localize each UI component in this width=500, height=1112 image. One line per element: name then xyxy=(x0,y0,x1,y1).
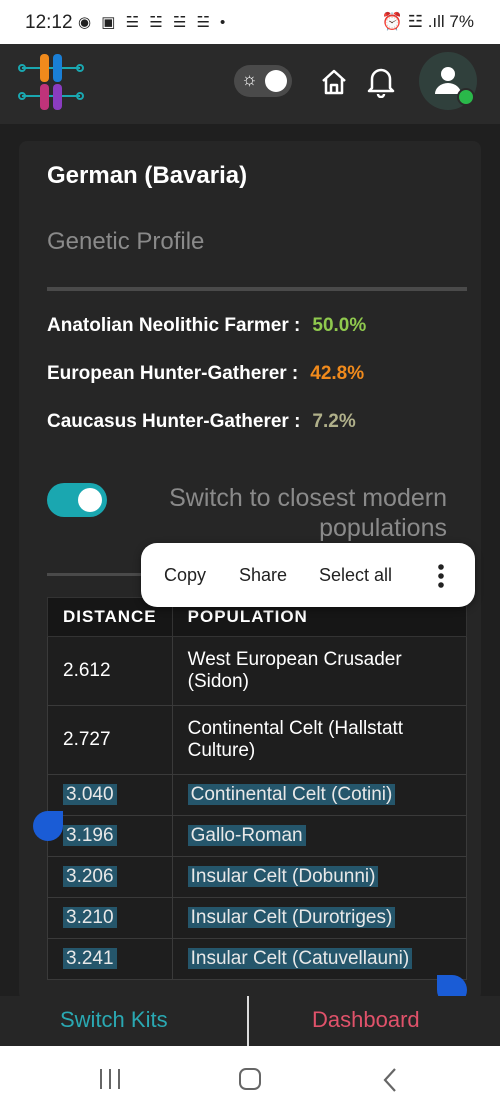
table-row: 3.196 Gallo-Roman xyxy=(47,815,468,857)
share-menu-item[interactable]: Share xyxy=(239,565,287,586)
selection-start-handle[interactable] xyxy=(33,811,63,841)
theme-toggle[interactable]: ☼ xyxy=(234,65,292,97)
population-cell: West European Crusader (Sidon) xyxy=(171,636,468,706)
switch-label: Switch to closest modern populations xyxy=(169,484,447,542)
population-cell[interactable]: Continental Celt (Cotini) xyxy=(187,784,396,805)
table-row: 3.241 Insular Celt (Catuvellauni) xyxy=(47,938,468,980)
home-circle-icon[interactable] xyxy=(238,1067,262,1091)
closest-modern-switch[interactable] xyxy=(47,483,107,517)
distance-cell[interactable]: 3.210 xyxy=(63,907,117,928)
home-icon[interactable] xyxy=(318,66,350,98)
system-status: ⏰ ☳ .ıll 7% xyxy=(381,12,474,31)
dashboard-button[interactable]: Dashboard xyxy=(312,1007,420,1033)
divider xyxy=(47,287,467,291)
ancestry-row: Anatolian Neolithic Farmer : 50.0% xyxy=(47,315,366,337)
theme-toggle-knob xyxy=(265,70,287,92)
switch-knob xyxy=(78,488,102,512)
sun-icon: ☼ xyxy=(241,69,258,89)
population-title: German (Bavaria) xyxy=(47,162,248,189)
switch-kits-button[interactable]: Switch Kits xyxy=(60,1007,168,1033)
table-row: 3.210 Insular Celt (Durotriges) xyxy=(47,897,468,939)
status-bar: 12:12 ◉ ▣ ☱ ☱ ☱ ☱ • ⏰ ☳ .ıll 7% xyxy=(0,0,500,44)
population-cell[interactable]: Insular Celt (Durotriges) xyxy=(187,907,396,928)
notification-icons: ◉ ▣ ☱ ☱ ☱ ☱ • xyxy=(78,14,229,31)
ancestry-row: Caucasus Hunter-Gatherer : 7.2% xyxy=(47,411,356,433)
select-all-menu-item[interactable]: Select all xyxy=(319,565,392,586)
ancestry-value: 42.8% xyxy=(310,363,365,384)
distance-cell[interactable]: 3.196 xyxy=(63,825,117,846)
distance-cell[interactable]: 3.206 xyxy=(63,866,117,887)
copy-menu-item[interactable]: Copy xyxy=(164,565,206,586)
distance-cell[interactable]: 3.040 xyxy=(63,784,117,805)
distance-cell: 2.612 xyxy=(47,636,173,706)
app-logo-icon[interactable] xyxy=(18,50,84,114)
online-status-dot xyxy=(457,88,475,106)
bell-icon[interactable] xyxy=(366,64,396,98)
ancestry-label: Anatolian Neolithic Farmer : xyxy=(47,315,301,336)
table-row: 2.727 Continental Celt (Hallstatt Cultur… xyxy=(47,705,468,775)
ancestry-label: European Hunter-Gatherer : xyxy=(47,363,299,384)
text-selection-menu: Copy Share Select all xyxy=(141,543,475,607)
system-nav-bar xyxy=(0,1046,500,1112)
population-cell[interactable]: Insular Celt (Dobunni) xyxy=(187,866,379,887)
table-row: 3.040 Continental Celt (Cotini) xyxy=(47,774,468,816)
ancestry-value: 50.0% xyxy=(312,315,367,336)
ancestry-label: Caucasus Hunter-Gatherer : xyxy=(47,411,301,432)
back-icon[interactable] xyxy=(381,1067,399,1093)
population-cell[interactable]: Insular Celt (Catuvellauni) xyxy=(187,948,413,969)
distance-table: DISTANCE POPULATION 2.612 West European … xyxy=(47,597,468,980)
population-cell: Continental Celt (Hallstatt Culture) xyxy=(171,705,468,775)
status-time: 12:12 xyxy=(25,12,73,33)
table-row: 3.206 Insular Celt (Dobunni) xyxy=(47,856,468,898)
bottom-action-bar: Switch Kits Dashboard xyxy=(0,996,500,1046)
app-header: ☼ xyxy=(0,44,500,124)
more-vertical-icon[interactable] xyxy=(436,563,446,589)
ancestry-row: European Hunter-Gatherer : 42.8% xyxy=(47,363,364,385)
bottom-bar-divider xyxy=(247,996,249,1046)
population-cell[interactable]: Gallo-Roman xyxy=(187,825,306,846)
distance-cell: 2.727 xyxy=(47,705,173,775)
recents-icon[interactable] xyxy=(98,1068,122,1090)
genetic-profile-heading: Genetic Profile xyxy=(47,228,205,255)
distance-cell[interactable]: 3.241 xyxy=(63,948,117,969)
ancestry-value: 7.2% xyxy=(312,411,356,432)
avatar[interactable] xyxy=(419,52,477,110)
table-row: 2.612 West European Crusader (Sidon) xyxy=(47,636,468,706)
